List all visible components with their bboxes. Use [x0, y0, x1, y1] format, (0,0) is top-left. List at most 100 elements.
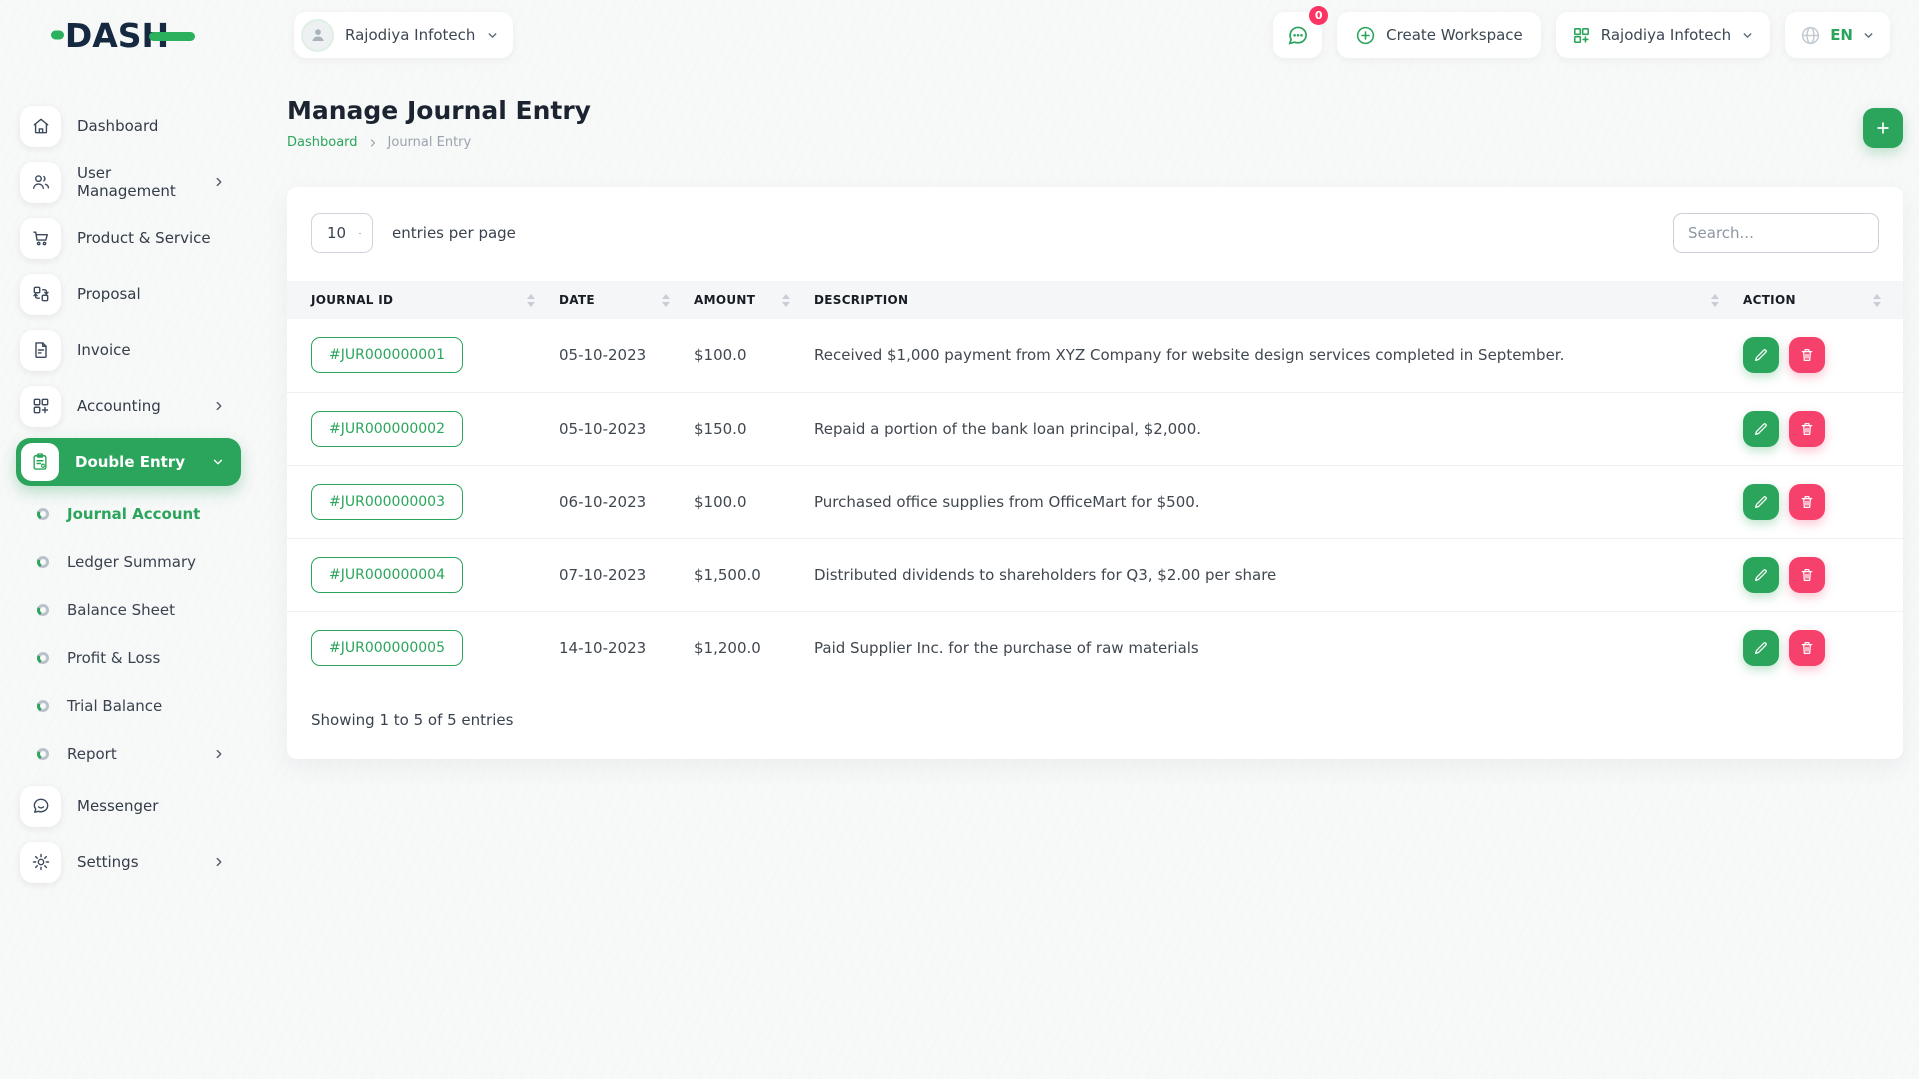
add-journal-entry-button[interactable]	[1863, 108, 1903, 148]
submenu-item-profit-loss[interactable]: Profit & Loss	[0, 634, 246, 682]
delete-button[interactable]	[1789, 410, 1825, 447]
chat-icon	[20, 785, 61, 827]
chevron-down-icon	[211, 455, 225, 469]
date-cell: 06-10-2023	[547, 464, 682, 538]
sidebar-item-proposal[interactable]: Proposal	[0, 266, 246, 322]
table-header-row: JOURNAL ID DATE AMOUNT DESCRIPTION ACTIO	[287, 281, 1903, 319]
page-title: Manage Journal Entry	[287, 96, 591, 125]
sort-icon	[662, 293, 670, 307]
description-cell: Paid Supplier Inc. for the purchase of r…	[802, 610, 1731, 684]
trash-icon	[1801, 349, 1813, 362]
search-input[interactable]	[1673, 213, 1879, 253]
journal-id-badge[interactable]: #JUR000000001	[311, 337, 463, 374]
amount-cell: $150.0	[682, 391, 802, 465]
chevron-right-icon	[212, 175, 226, 189]
logo-dash-right-icon	[149, 32, 196, 41]
logo-dash-left-icon	[50, 30, 64, 40]
amount-cell: $1,500.0	[682, 537, 802, 611]
date-cell: 05-10-2023	[547, 391, 682, 465]
messages-button[interactable]: 0	[1273, 6, 1329, 58]
chevron-right-icon	[212, 855, 226, 869]
column-header-journal-id[interactable]: JOURNAL ID	[287, 281, 547, 319]
date-cell: 07-10-2023	[547, 537, 682, 611]
delete-button[interactable]	[1789, 556, 1825, 593]
table-row: #JUR000000005 14-10-2023 $1,200.0 Paid S…	[287, 610, 1903, 684]
edit-button[interactable]	[1743, 556, 1779, 593]
journal-entries-table: JOURNAL ID DATE AMOUNT DESCRIPTION ACTIO	[287, 281, 1903, 684]
plus-circle-icon	[1356, 26, 1375, 44]
pencil-icon	[1755, 422, 1767, 435]
chevron-right-icon	[212, 747, 226, 761]
edit-button[interactable]	[1743, 629, 1779, 666]
submenu-item-ledger-summary[interactable]: Ledger Summary	[0, 538, 246, 586]
bullet-icon	[37, 604, 49, 616]
pencil-icon	[1755, 349, 1767, 362]
delete-button[interactable]	[1789, 483, 1825, 520]
column-header-description[interactable]: DESCRIPTION	[802, 281, 1731, 319]
column-header-amount[interactable]: AMOUNT	[682, 281, 802, 319]
table-row: #JUR000000003 06-10-2023 $100.0 Purchase…	[287, 464, 1903, 538]
sidebar-item-settings[interactable]: Settings	[0, 834, 246, 890]
sidebar-item-double-entry[interactable]: Double Entry	[16, 438, 241, 486]
company-switcher[interactable]: Rajodiya Infotech	[1555, 12, 1771, 58]
chevron-right-icon	[212, 399, 226, 413]
chevron-down-icon	[486, 29, 499, 42]
description-cell: Distributed dividends to shareholders fo…	[802, 537, 1731, 611]
sort-icon	[1711, 293, 1719, 307]
pencil-icon	[1755, 495, 1767, 508]
language-selector[interactable]: EN	[1785, 12, 1890, 58]
submenu-item-balance-sheet[interactable]: Balance Sheet	[0, 586, 246, 634]
column-header-action[interactable]: ACTION	[1731, 281, 1903, 319]
table-footer-status: Showing 1 to 5 of 5 entries	[311, 711, 514, 729]
amount-cell: $100.0	[694, 346, 747, 365]
sidebar-item-user-management[interactable]: User Management	[0, 154, 246, 210]
submenu-item-report[interactable]: Report	[0, 730, 246, 778]
submenu-item-trial-balance[interactable]: Trial Balance	[0, 682, 246, 730]
bullet-icon	[37, 748, 49, 760]
entries-per-page-select[interactable]: 10	[311, 213, 373, 253]
journal-id-badge[interactable]: #JUR000000003	[311, 483, 463, 520]
edit-button[interactable]	[1743, 483, 1779, 520]
table-row: #JUR000000002 05-10-2023 $150.0 Repaid a…	[287, 391, 1903, 465]
edit-button[interactable]	[1743, 410, 1779, 447]
avatar	[301, 18, 334, 52]
journal-table-card: 10 entries per page JOURNAL ID D	[287, 187, 1903, 759]
sort-icon	[782, 293, 790, 307]
main-content: Manage Journal Entry Dashboard Journal E…	[246, 70, 1919, 1079]
delete-button[interactable]	[1789, 337, 1825, 374]
journal-id-badge[interactable]: #JUR000000005	[311, 629, 463, 666]
workspace-user-selector[interactable]: Rajodiya Infotech	[294, 12, 514, 58]
breadcrumb-dashboard-link[interactable]: Dashboard	[287, 135, 358, 150]
date-cell: 05-10-2023	[559, 346, 647, 365]
amount-cell: $100.0	[682, 464, 802, 538]
bullet-icon	[37, 700, 49, 712]
bullet-icon	[37, 508, 49, 520]
chevron-down-icon	[1862, 29, 1875, 42]
sidebar-item-product-service[interactable]: Product & Service	[0, 210, 246, 266]
breadcrumb: Dashboard Journal Entry	[287, 135, 591, 150]
edit-button[interactable]	[1743, 337, 1779, 374]
sidebar-item-accounting[interactable]: Accounting	[0, 378, 246, 434]
column-header-date[interactable]: DATE	[547, 281, 682, 319]
journal-id-badge[interactable]: #JUR000000002	[311, 410, 463, 447]
message-circle-icon	[1288, 26, 1308, 45]
topbar-actions: 0 Create Workspace Rajodiya Infotech EN	[1273, 6, 1919, 58]
app-root: DASH Rajodiya Infotech 0 Create Workspac…	[0, 0, 1919, 1079]
grid-plus-icon	[1573, 27, 1589, 43]
journal-id-badge[interactable]: #JUR000000004	[311, 556, 463, 593]
chevron-down-icon	[358, 232, 362, 234]
grid-plus-icon	[20, 385, 61, 427]
table-row: #JUR000000004 07-10-2023 $1,500.0 Distri…	[287, 537, 1903, 611]
pencil-icon	[1755, 641, 1767, 654]
submenu-item-journal-account[interactable]: Journal Account	[0, 490, 246, 538]
trash-icon	[1801, 495, 1813, 508]
sidebar-item-dashboard[interactable]: Dashboard	[0, 98, 246, 154]
users-icon	[20, 161, 61, 203]
description-cell: Purchased office supplies from OfficeMar…	[802, 464, 1731, 538]
logo[interactable]: DASH	[0, 16, 246, 55]
breadcrumb-current: Journal Entry	[387, 135, 472, 150]
create-workspace-button[interactable]: Create Workspace	[1337, 12, 1541, 58]
delete-button[interactable]	[1789, 629, 1825, 666]
sidebar-item-messenger[interactable]: Messenger	[0, 778, 246, 834]
sidebar-item-invoice[interactable]: Invoice	[0, 322, 246, 378]
